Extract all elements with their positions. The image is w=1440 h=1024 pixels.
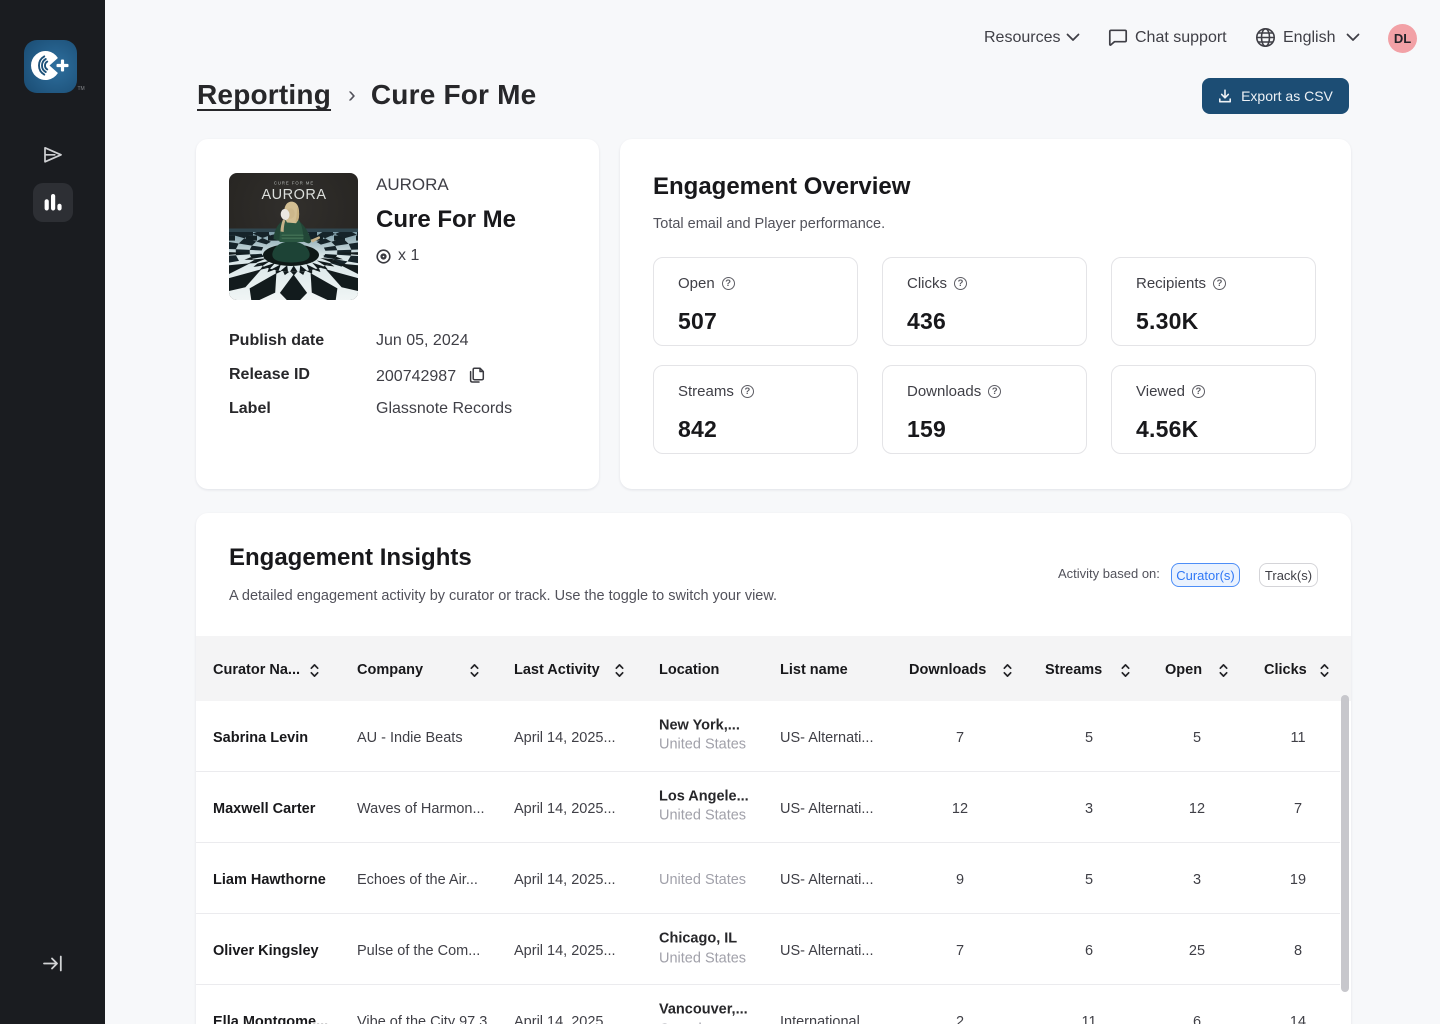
svg-text:CURE FOR ME: CURE FOR ME (274, 181, 314, 186)
svg-text:AURORA: AURORA (261, 187, 326, 203)
